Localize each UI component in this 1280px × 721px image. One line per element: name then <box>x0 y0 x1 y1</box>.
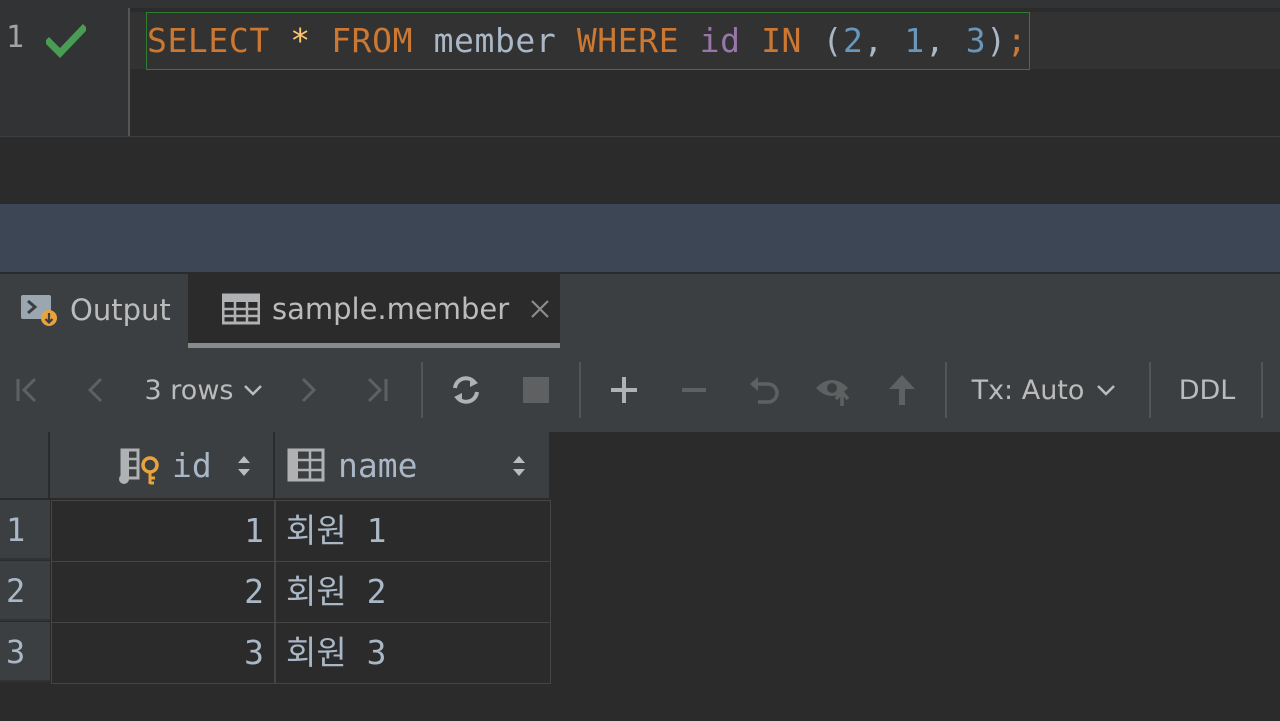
check-icon <box>46 24 86 58</box>
tab-output[interactable]: Output <box>20 274 171 346</box>
sql-keyword: FROM <box>331 21 414 60</box>
console-output-icon <box>21 295 57 326</box>
rows-count-dropdown[interactable]: 3 rows <box>140 348 270 432</box>
minus-icon <box>682 388 706 392</box>
sql-column: id <box>699 21 741 60</box>
tab-label: sample.member <box>272 291 510 326</box>
last-page-icon <box>367 377 388 403</box>
undo-icon <box>750 377 779 404</box>
toolbar-separator <box>1261 362 1263 418</box>
next-page-button[interactable] <box>290 348 326 432</box>
sort-icon[interactable] <box>236 452 252 480</box>
editor-gutter: 1 <box>0 8 130 136</box>
row-number[interactable]: 2 <box>0 561 50 621</box>
chevron-down-icon <box>1097 385 1116 396</box>
editor-top-strip <box>0 0 1280 8</box>
row-number-header <box>0 432 50 500</box>
transaction-mode-label: Tx: Auto <box>971 374 1085 406</box>
column-header-label: id <box>172 446 212 485</box>
row-number[interactable]: 3 <box>0 622 50 682</box>
column-icon <box>287 448 325 482</box>
chevron-down-icon <box>244 385 263 396</box>
sql-semicolon: ; <box>1006 21 1028 60</box>
close-icon[interactable] <box>529 298 551 320</box>
preview-changes-button[interactable] <box>812 348 856 432</box>
submit-button[interactable] <box>882 348 922 432</box>
sql-keyword: SELECT <box>147 21 270 60</box>
sql-paren: ( <box>822 21 843 60</box>
data-editor-toolbar: 3 rows Tx: Auto DDL <box>0 348 1280 434</box>
sql-paren: ) <box>986 21 1007 60</box>
cell-name[interactable]: 회원 3 <box>275 622 551 684</box>
sql-keyword: WHERE <box>576 21 680 60</box>
last-page-button[interactable] <box>358 348 394 432</box>
delete-row-button[interactable] <box>674 348 714 432</box>
column-header-label: name <box>338 446 418 485</box>
chevron-right-icon <box>301 377 317 403</box>
column-header-id[interactable]: id <box>50 432 275 500</box>
refresh-icon <box>453 376 479 404</box>
sql-star: * <box>290 21 311 60</box>
sort-icon[interactable] <box>511 452 527 480</box>
tab-sample-member[interactable]: sample.member <box>188 274 560 348</box>
rows-count-label: 3 rows <box>144 374 234 406</box>
cell-name[interactable]: 회원 2 <box>275 561 551 623</box>
row-number[interactable]: 1 <box>0 500 50 560</box>
revert-button[interactable] <box>744 348 784 432</box>
sql-number: 3 <box>965 21 987 60</box>
services-tab-bar: Output sample.member <box>0 272 1280 352</box>
primary-key-column-icon <box>119 448 159 485</box>
sql-number: 2 <box>842 21 864 60</box>
table-icon <box>222 293 260 324</box>
editor-empty-area[interactable] <box>0 136 1280 205</box>
toolbar-separator <box>1149 362 1151 418</box>
first-page-button[interactable] <box>10 348 46 432</box>
sql-number: 1 <box>904 21 925 60</box>
ddl-button[interactable]: DDL <box>1168 348 1246 432</box>
column-header-name[interactable]: name <box>275 432 551 500</box>
line-number: 1 <box>6 20 25 55</box>
transaction-mode-dropdown[interactable]: Tx: Auto <box>970 348 1120 432</box>
toolbar-separator <box>579 362 581 418</box>
sql-comma: , <box>863 21 884 60</box>
stop-icon <box>523 377 549 403</box>
sql-editor[interactable]: 1 SELECT * FROM member WHERE id IN (2, 1… <box>0 8 1280 136</box>
arrow-up-icon <box>889 375 915 405</box>
sql-statement[interactable]: SELECT * FROM member WHERE id IN (2, 1, … <box>146 12 1031 70</box>
refresh-button[interactable] <box>446 348 486 432</box>
toolbar-separator <box>945 362 947 418</box>
first-page-icon <box>16 377 37 403</box>
tab-label: Output <box>70 293 171 327</box>
cell-id[interactable]: 2 <box>51 561 275 623</box>
toolbar-separator <box>421 362 423 418</box>
cell-id[interactable]: 3 <box>51 622 275 684</box>
sql-keyword: IN <box>761 21 802 60</box>
panel-splitter[interactable] <box>0 204 1280 272</box>
eye-upload-icon <box>816 380 850 406</box>
stop-button[interactable] <box>518 348 554 432</box>
cell-id[interactable]: 1 <box>51 500 275 562</box>
sql-comma: , <box>924 21 946 60</box>
sql-table-name: member <box>433 21 557 60</box>
plus-icon <box>611 377 637 403</box>
chevron-left-icon <box>87 377 103 403</box>
ddl-label: DDL <box>1178 374 1236 406</box>
previous-page-button[interactable] <box>78 348 114 432</box>
add-row-button[interactable] <box>604 348 644 432</box>
cell-name[interactable]: 회원 1 <box>275 500 551 562</box>
